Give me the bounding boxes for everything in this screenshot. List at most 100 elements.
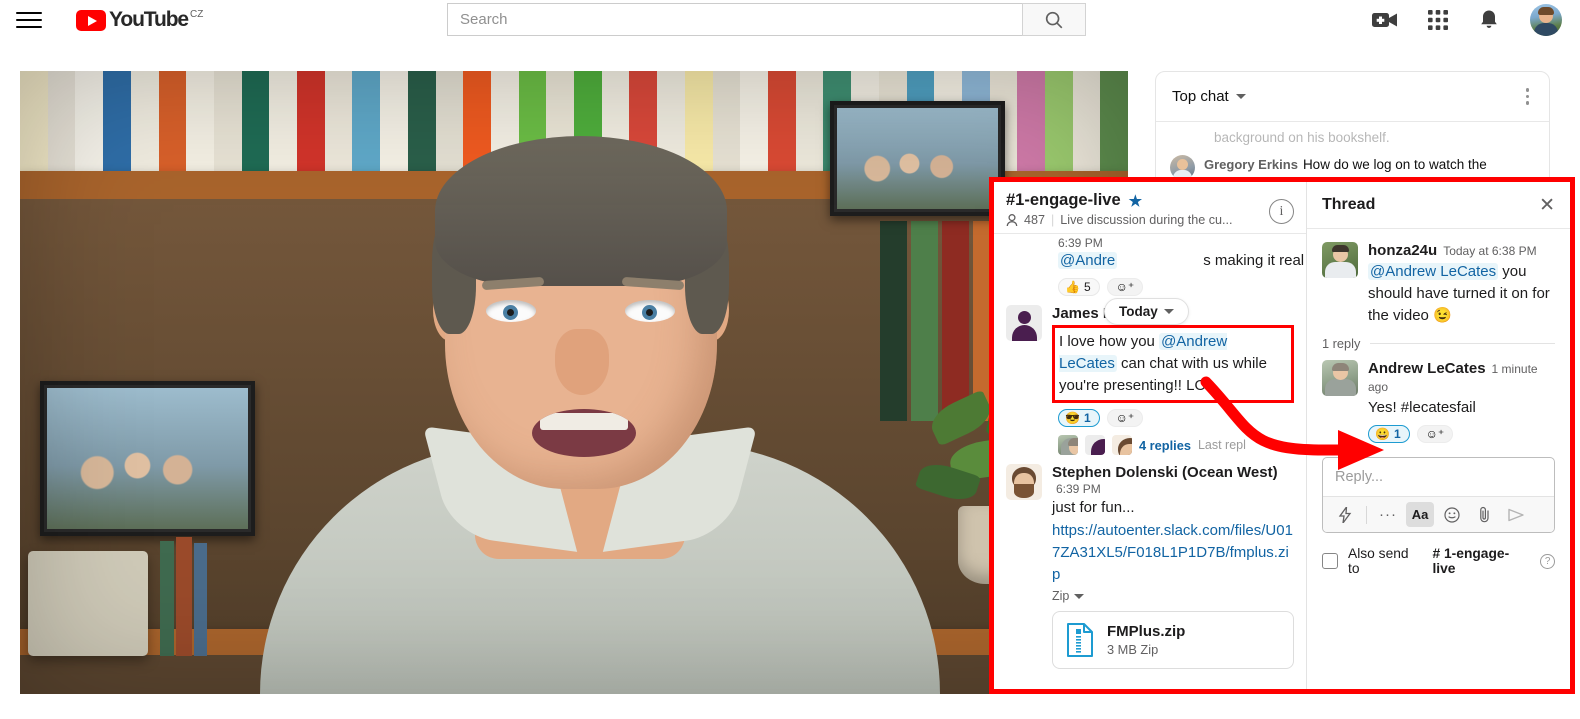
default-person-avatar[interactable]	[1006, 305, 1042, 341]
reaction-count: 1	[1393, 427, 1401, 441]
youtube-play-icon	[76, 10, 106, 31]
send-message-icon[interactable]	[1502, 502, 1530, 527]
slack-channel-topic[interactable]: Live discussion during the cu...	[1060, 213, 1232, 227]
slack-file-link[interactable]: https://autoenter.slack.com/files/U017ZA…	[1052, 522, 1293, 583]
slack-thread-body[interactable]: honza24u Today at 6:38 PM @Andrew LeCates…	[1307, 229, 1570, 689]
video-player[interactable]	[20, 71, 1128, 694]
star-icon[interactable]: ★	[1129, 192, 1142, 210]
thread-participant-avatar	[1058, 435, 1078, 455]
also-send-channel[interactable]: # 1-engage-live	[1432, 546, 1530, 576]
slack-composer-toolbar: ··· Aa	[1323, 496, 1554, 532]
slack-message-list[interactable]: 6:39 PM @Andre s making it real 👍 5 ☺⁺ To…	[994, 234, 1306, 689]
slack-date-divider[interactable]: Today	[1104, 298, 1189, 325]
add-reaction-icon[interactable]: ☺⁺	[1106, 278, 1144, 296]
slack-file-attachment[interactable]: FMPlus.zip 3 MB Zip	[1052, 611, 1294, 669]
search-button[interactable]	[1022, 3, 1086, 36]
slack-message-timestamp: Today at 6:38 PM	[1443, 244, 1537, 258]
search-icon	[1045, 11, 1063, 28]
slack-overlay-window: #1-engage-live ★ 487 | Live discussion d…	[989, 177, 1575, 694]
slack-thread-header: Thread ✕	[1307, 182, 1570, 229]
shelf-book-1	[160, 541, 174, 656]
add-reaction-icon[interactable]: ☺⁺	[1416, 425, 1454, 443]
slack-reaction-grin[interactable]: 😀 1	[1368, 425, 1410, 443]
slack-reaction-thumbsup[interactable]: 👍 5	[1058, 278, 1100, 296]
chevron-down-icon	[1074, 593, 1085, 599]
slack-message-text: @Andrew LeCates you should have turned i…	[1368, 261, 1555, 327]
slack-message-text: Yes! #lecatesfail	[1368, 399, 1476, 416]
slack-message-body: Andrew LeCates 1 minute ago Yes! #lecates…	[1368, 360, 1555, 443]
slack-filetype-selector[interactable]: Zip	[1052, 589, 1294, 603]
youtube-logo[interactable]: YouTube CZ	[76, 9, 203, 31]
more-options-icon[interactable]	[1522, 84, 1534, 109]
also-send-checkbox[interactable]	[1322, 553, 1338, 569]
members-icon	[1006, 213, 1018, 226]
youtube-logo-country: CZ	[190, 9, 204, 20]
slack-channel-title[interactable]: #1-engage-live ★	[1006, 191, 1294, 210]
slack-partial-text: @Andre s making it real	[1058, 250, 1304, 272]
slack-message-author[interactable]: Stephen Dolenski (Ocean West)	[1052, 464, 1278, 481]
thread-participant-avatar	[1085, 435, 1105, 455]
search-input[interactable]	[460, 11, 1022, 28]
slack-reply-reactions: 😀 1 ☺⁺	[1368, 425, 1555, 443]
masthead-actions	[1372, 0, 1562, 40]
youtube-logo-text: YouTube	[109, 8, 189, 31]
slack-member-count[interactable]: 487	[1024, 213, 1045, 227]
slack-reply-input[interactable]: Reply...	[1323, 458, 1554, 496]
shelf-book-3	[194, 543, 207, 656]
presenter-person	[260, 104, 940, 694]
emoji-picker-icon[interactable]	[1438, 502, 1466, 527]
slack-thread-root-message: honza24u Today at 6:38 PM @Andrew LeCates…	[1322, 242, 1555, 327]
slack-reply-divider: 1 reply	[1322, 336, 1555, 351]
more-formatting-icon[interactable]: ···	[1374, 502, 1402, 527]
notifications-bell-icon[interactable]	[1478, 8, 1500, 32]
reaction-emoji: 😀	[1375, 427, 1390, 441]
apps-grid-icon[interactable]	[1428, 10, 1448, 30]
live-chat-mode-selector[interactable]: Top chat	[1172, 88, 1246, 105]
slack-reply-count-label: 1 reply	[1322, 336, 1361, 351]
slack-partial-reactions: 👍 5 ☺⁺	[1058, 278, 1294, 296]
shortcuts-lightning-icon[interactable]	[1331, 502, 1359, 527]
presenter-hair	[435, 136, 727, 286]
slack-reply-composer[interactable]: Reply... ··· Aa	[1322, 457, 1555, 533]
live-chat-clipped-message: background on his bookshelf.	[1214, 130, 1390, 145]
masthead-left: YouTube CZ	[0, 9, 203, 31]
text-formatting-icon[interactable]: Aa	[1406, 502, 1434, 527]
slack-file-name: FMPlus.zip	[1107, 623, 1186, 640]
slack-message-timestamp: 6:39 PM	[1056, 482, 1101, 496]
reaction-count: 5	[1083, 280, 1091, 294]
attach-file-icon[interactable]	[1470, 502, 1498, 527]
slack-message-author[interactable]: Andrew LeCates	[1368, 360, 1486, 377]
slack-message-body: Stephen Dolenski (Ocean West) 6:39 PM ju…	[1052, 464, 1294, 669]
reaction-emoji: 👍	[1065, 280, 1080, 294]
chevron-down-icon	[1163, 309, 1174, 314]
photo-avatar-andrew[interactable]	[1322, 360, 1358, 396]
live-chat-author[interactable]: Gregory Erkins	[1204, 157, 1298, 172]
bitmoji-avatar[interactable]	[1006, 464, 1042, 500]
close-icon[interactable]: ✕	[1539, 196, 1555, 215]
slack-channel-name: #1-engage-live	[1006, 191, 1121, 209]
live-chat-mode-label: Top chat	[1172, 88, 1229, 105]
add-reaction-icon[interactable]: ☺⁺	[1106, 409, 1144, 427]
slack-mention[interactable]: @Andrew LeCates	[1368, 263, 1499, 280]
help-icon[interactable]: ?	[1540, 553, 1555, 569]
slack-mention[interactable]: @Andre	[1058, 252, 1118, 269]
youtube-masthead: YouTube CZ	[0, 0, 1580, 40]
photo-avatar-honza[interactable]	[1322, 242, 1358, 278]
slack-file-info: FMPlus.zip 3 MB Zip	[1107, 623, 1185, 657]
slack-reaction-sunglasses[interactable]: 😎 1	[1058, 409, 1100, 427]
slack-message-author[interactable]: honza24u	[1368, 242, 1437, 259]
slack-message-body: honza24u Today at 6:38 PM @Andrew LeCates…	[1368, 242, 1555, 327]
shelf-object-box	[28, 551, 148, 656]
slack-thread-summary[interactable]: 4 replies Last repl	[1058, 435, 1294, 455]
create-video-icon[interactable]	[1372, 10, 1398, 30]
slack-partial-tail: s making it real	[1203, 252, 1305, 269]
slack-channel-pane: #1-engage-live ★ 487 | Live discussion d…	[994, 182, 1307, 689]
search-box[interactable]	[447, 3, 1022, 36]
also-send-label: Also send to	[1348, 546, 1409, 576]
slack-replies-count[interactable]: 4 replies	[1139, 438, 1191, 453]
account-avatar[interactable]	[1530, 4, 1562, 36]
info-icon[interactable]: i	[1269, 199, 1294, 224]
reaction-emoji: 😎	[1065, 411, 1080, 425]
hamburger-menu-icon[interactable]	[16, 9, 42, 31]
hash-icon: #	[1432, 546, 1441, 561]
